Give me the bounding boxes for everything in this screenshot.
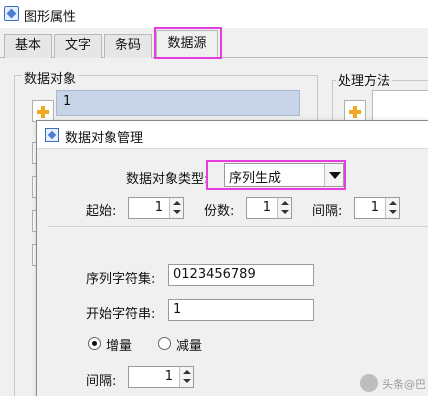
charset-input[interactable]: 0123456789	[168, 264, 314, 286]
add-processing-method-button[interactable]	[344, 100, 366, 122]
window-title: 图形属性	[24, 10, 77, 25]
start-stepper[interactable]: 1	[128, 197, 184, 219]
interval-label: 间隔:	[312, 204, 343, 219]
tab-barcode[interactable]: 条码	[104, 34, 152, 58]
data-object-type-value: 序列生成	[229, 171, 282, 186]
dialog-titlebar: 数据对象管理	[37, 121, 428, 149]
data-object-type-label: 数据对象类型:	[126, 172, 209, 187]
decrement-radio[interactable]	[158, 337, 171, 350]
start-string-input[interactable]: 1	[168, 299, 314, 321]
tab-text[interactable]: 文字	[54, 34, 102, 58]
copies-stepper-buttons[interactable]	[277, 198, 291, 218]
increment-radio[interactable]	[88, 337, 101, 350]
chevron-down-icon[interactable]	[324, 164, 343, 186]
step-value: 1	[164, 369, 173, 384]
watermark: 头条@巴	[360, 368, 428, 396]
start-string-label: 开始字符串:	[86, 307, 156, 322]
copies-value: 1	[262, 200, 271, 215]
interval-value: 1	[370, 200, 379, 215]
dialog-title: 数据对象管理	[65, 131, 144, 146]
spin-up-icon[interactable]	[281, 201, 289, 205]
copies-label: 份数:	[204, 204, 235, 219]
start-label: 起始:	[86, 204, 117, 219]
tab-datasource[interactable]: 数据源	[156, 30, 218, 59]
window-titlebar: 图形属性	[0, 0, 428, 28]
charset-value: 0123456789	[173, 267, 256, 282]
increment-label: 增量	[106, 339, 133, 354]
add-data-object-button[interactable]	[32, 100, 54, 122]
spin-down-icon[interactable]	[173, 210, 181, 214]
app-icon	[4, 6, 19, 21]
spin-down-icon[interactable]	[183, 379, 191, 383]
spin-down-icon[interactable]	[281, 210, 289, 214]
watermark-text: 头条@巴	[382, 378, 426, 391]
interval-stepper[interactable]: 1	[354, 197, 400, 219]
watermark-icon	[360, 374, 378, 392]
processing-method-list[interactable]	[372, 90, 428, 124]
start-value: 1	[154, 200, 163, 215]
spin-down-icon[interactable]	[389, 210, 397, 214]
data-object-list-item-label: 1	[63, 94, 72, 109]
data-object-list-item[interactable]: 1	[56, 90, 300, 116]
processing-method-group-label: 处理方法	[336, 70, 393, 89]
charset-label: 序列字符集:	[86, 272, 156, 287]
copies-stepper[interactable]: 1	[246, 197, 292, 219]
section-divider	[48, 226, 428, 227]
step-stepper-buttons[interactable]	[179, 367, 193, 387]
interval-stepper-buttons[interactable]	[385, 198, 399, 218]
tab-basic[interactable]: 基本	[4, 34, 52, 58]
decrement-label: 减量	[176, 339, 203, 354]
spin-up-icon[interactable]	[183, 370, 191, 374]
spin-up-icon[interactable]	[389, 201, 397, 205]
dialog-app-icon	[45, 128, 59, 142]
spin-up-icon[interactable]	[173, 201, 181, 205]
start-string-value: 1	[173, 302, 182, 317]
tab-strip: 基本 文字 条码 数据源	[0, 28, 428, 59]
data-object-group-label: 数据对象	[22, 68, 79, 87]
step-stepper[interactable]: 1	[128, 366, 194, 388]
start-stepper-buttons[interactable]	[169, 198, 183, 218]
step-label: 间隔:	[86, 374, 117, 389]
data-object-manager-dialog: 数据对象管理	[36, 120, 428, 396]
